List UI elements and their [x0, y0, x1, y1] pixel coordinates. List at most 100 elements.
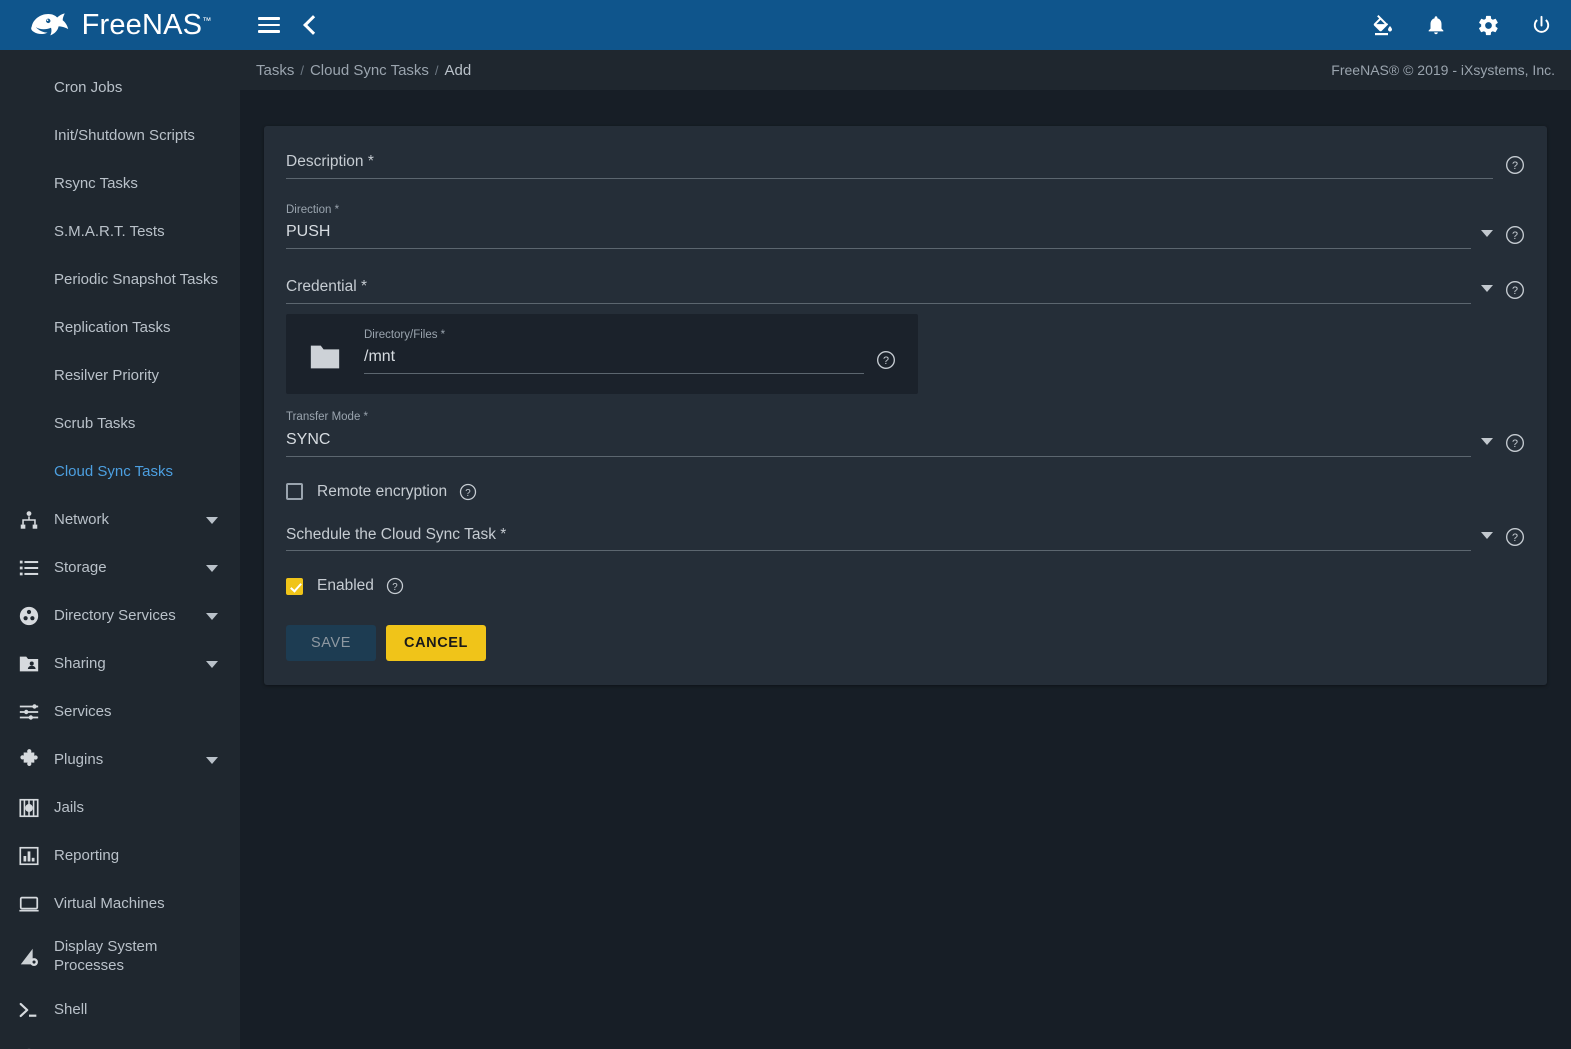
theme-selector-button[interactable]: [1371, 13, 1395, 37]
brand-logo-area: FreeNAS™: [0, 0, 240, 50]
direction-select[interactable]: Direction * PUSH: [286, 204, 1471, 249]
folder-icon[interactable]: [308, 342, 342, 372]
hamburger-icon: [258, 17, 280, 33]
transfer-mode-value: SYNC: [286, 430, 331, 448]
schedule-help-icon[interactable]: ?: [1505, 527, 1525, 547]
chevron-down-icon[interactable]: [206, 612, 218, 620]
sidebar-item-scrub-tasks[interactable]: Scrub Tasks: [0, 400, 240, 448]
enabled-label: Enabled: [317, 577, 374, 594]
sidebar-item-plugins[interactable]: Plugins: [0, 736, 240, 784]
brand-trademark: ™: [202, 14, 212, 25]
sidebar-item-cloud-sync-tasks[interactable]: Cloud Sync Tasks: [0, 448, 240, 496]
sidebar-item-jails[interactable]: Jails: [0, 784, 240, 832]
body-area: Cron Jobs Init/Shutdown Scripts Rsync Task…: [0, 50, 1571, 1049]
app-root: FreeNAS™ Cron Jobs Init/Shutdown Scripts…: [0, 0, 1571, 1049]
sidebar-item-storage[interactable]: Storage: [0, 544, 240, 592]
sidebar-item-label: Services: [54, 702, 112, 720]
freenas-fish-logo-icon: [30, 13, 68, 36]
credential-help-icon[interactable]: ?: [1505, 280, 1525, 300]
sidebar-item-label: Cloud Sync Tasks: [54, 462, 173, 480]
settings-button[interactable]: [1477, 14, 1500, 37]
credential-select[interactable]: Credential *: [286, 279, 1471, 304]
bar-chart-icon: [14, 845, 44, 867]
field-direction-row: Direction * PUSH ?: [286, 204, 1525, 249]
sidebar-item-virtual-machines[interactable]: Virtual Machines: [0, 880, 240, 928]
sidebar-item-shell[interactable]: Shell: [0, 986, 240, 1034]
field-underline: [286, 302, 1471, 304]
sidebar-item-replication-tasks[interactable]: Replication Tasks: [0, 304, 240, 352]
cancel-button[interactable]: CANCEL: [386, 625, 487, 661]
direction-help-icon[interactable]: ?: [1505, 225, 1525, 245]
description-label: Description *: [286, 153, 374, 170]
transfer-mode-label: Transfer Mode *: [286, 411, 369, 423]
sidebar-item-label: Directory Services: [54, 606, 176, 624]
power-icon: [1533, 15, 1550, 33]
sidebar-item-display-system-processes[interactable]: Display System Processes: [0, 928, 240, 986]
enabled-help-icon[interactable]: ?: [386, 577, 404, 595]
sidebar-item-label: Sharing: [54, 654, 106, 672]
remote-encryption-checkbox[interactable]: [286, 483, 303, 500]
brand-name: FreeNAS™: [81, 8, 212, 41]
sidebar-item-directory-services[interactable]: Directory Services: [0, 592, 240, 640]
directory-files-input[interactable]: Directory/Files * /mnt: [364, 329, 864, 374]
sidebar-item-label: Init/Shutdown Scripts: [54, 126, 195, 144]
puzzle-piece-icon: [14, 749, 44, 771]
sidebar-item-periodic-snapshot-tasks[interactable]: Periodic Snapshot Tasks: [0, 256, 240, 304]
directory-files-value: /mnt: [364, 348, 396, 365]
svg-text:?: ?: [1512, 285, 1518, 297]
enabled-checkbox[interactable]: [286, 577, 303, 595]
svg-text:?: ?: [883, 355, 889, 367]
top-bar-left-controls: [258, 15, 323, 35]
breadcrumb-item-cloud-sync-tasks[interactable]: Cloud Sync Tasks: [304, 62, 435, 79]
sidebar-item-s-m-a-r-t-tests[interactable]: S.M.A.R.T. Tests: [0, 208, 240, 256]
sidebar-item-reporting[interactable]: Reporting: [0, 832, 240, 880]
transfer-mode-select[interactable]: Transfer Mode * SYNC: [286, 411, 1471, 457]
chevron-down-icon[interactable]: [206, 516, 218, 524]
sidebar-item-label: Cron Jobs: [54, 78, 123, 96]
chevron-down-icon[interactable]: [1481, 230, 1493, 237]
services-sliders-icon: [14, 701, 44, 723]
chevron-down-icon[interactable]: [206, 660, 218, 668]
chevron-down-icon[interactable]: [1481, 284, 1493, 292]
sidebar-item-cron-jobs[interactable]: Cron Jobs: [0, 64, 240, 112]
remote-encryption-help-icon[interactable]: ?: [459, 483, 477, 501]
save-button[interactable]: SAVE: [286, 625, 376, 661]
schedule-select[interactable]: Schedule the Cloud Sync Task *: [286, 526, 1471, 551]
sidebar-item-label: Rsync Tasks: [54, 174, 138, 192]
notifications-button[interactable]: [1425, 13, 1447, 37]
top-bar-main: [240, 0, 1571, 50]
sidebar-collapse-button[interactable]: [302, 15, 323, 35]
chevron-down-icon[interactable]: [1481, 437, 1493, 445]
content-area: Tasks / Cloud Sync Tasks / Add FreeNAS® …: [240, 50, 1571, 1049]
hamburger-menu-button[interactable]: [258, 17, 280, 33]
transfer-mode-help-icon[interactable]: ?: [1505, 433, 1525, 453]
power-button[interactable]: [1530, 14, 1553, 37]
copyright-text: FreeNAS® © 2019 - iXsystems, Inc.: [1331, 62, 1555, 78]
directory-files-help-icon[interactable]: ?: [876, 350, 896, 370]
page-body: Description * ? Direction * PUSH ? Crede…: [240, 90, 1571, 1049]
sidebar-item-sharing[interactable]: Sharing: [0, 640, 240, 688]
sidebar-item-network[interactable]: Network: [0, 496, 240, 544]
svg-text:?: ?: [1512, 160, 1518, 172]
chevron-down-icon[interactable]: [1481, 532, 1493, 539]
sidebar-item-guide[interactable]: Guide: [0, 1034, 240, 1049]
sidebar-item-label: Shell: [54, 1000, 88, 1018]
breadcrumb-item-tasks[interactable]: Tasks: [250, 62, 300, 79]
sidebar-item-services[interactable]: Services: [0, 688, 240, 736]
chevron-down-icon[interactable]: [206, 756, 218, 764]
description-help-icon[interactable]: ?: [1505, 155, 1525, 175]
svg-text:?: ?: [1512, 438, 1518, 450]
breadcrumb-bar: Tasks / Cloud Sync Tasks / Add FreeNAS® …: [240, 50, 1571, 90]
remote-encryption-row: Remote encryption ?: [286, 483, 1525, 501]
field-transfer-mode-row: Transfer Mode * SYNC ?: [286, 411, 1525, 457]
sidebar-item-rsync-tasks[interactable]: Rsync Tasks: [0, 160, 240, 208]
sidebar-item-init-shutdown-scripts[interactable]: Init/Shutdown Scripts: [0, 112, 240, 160]
direction-value: PUSH: [286, 223, 331, 240]
sidebar-item-label: Virtual Machines: [54, 894, 165, 912]
directory-files-panel: Directory/Files * /mnt ?: [286, 313, 918, 394]
description-field[interactable]: Description *: [286, 154, 1493, 179]
jails-icon: [14, 797, 44, 819]
field-underline: [286, 177, 1493, 179]
chevron-down-icon[interactable]: [206, 564, 218, 572]
sidebar-item-resilver-priority[interactable]: Resilver Priority: [0, 352, 240, 400]
